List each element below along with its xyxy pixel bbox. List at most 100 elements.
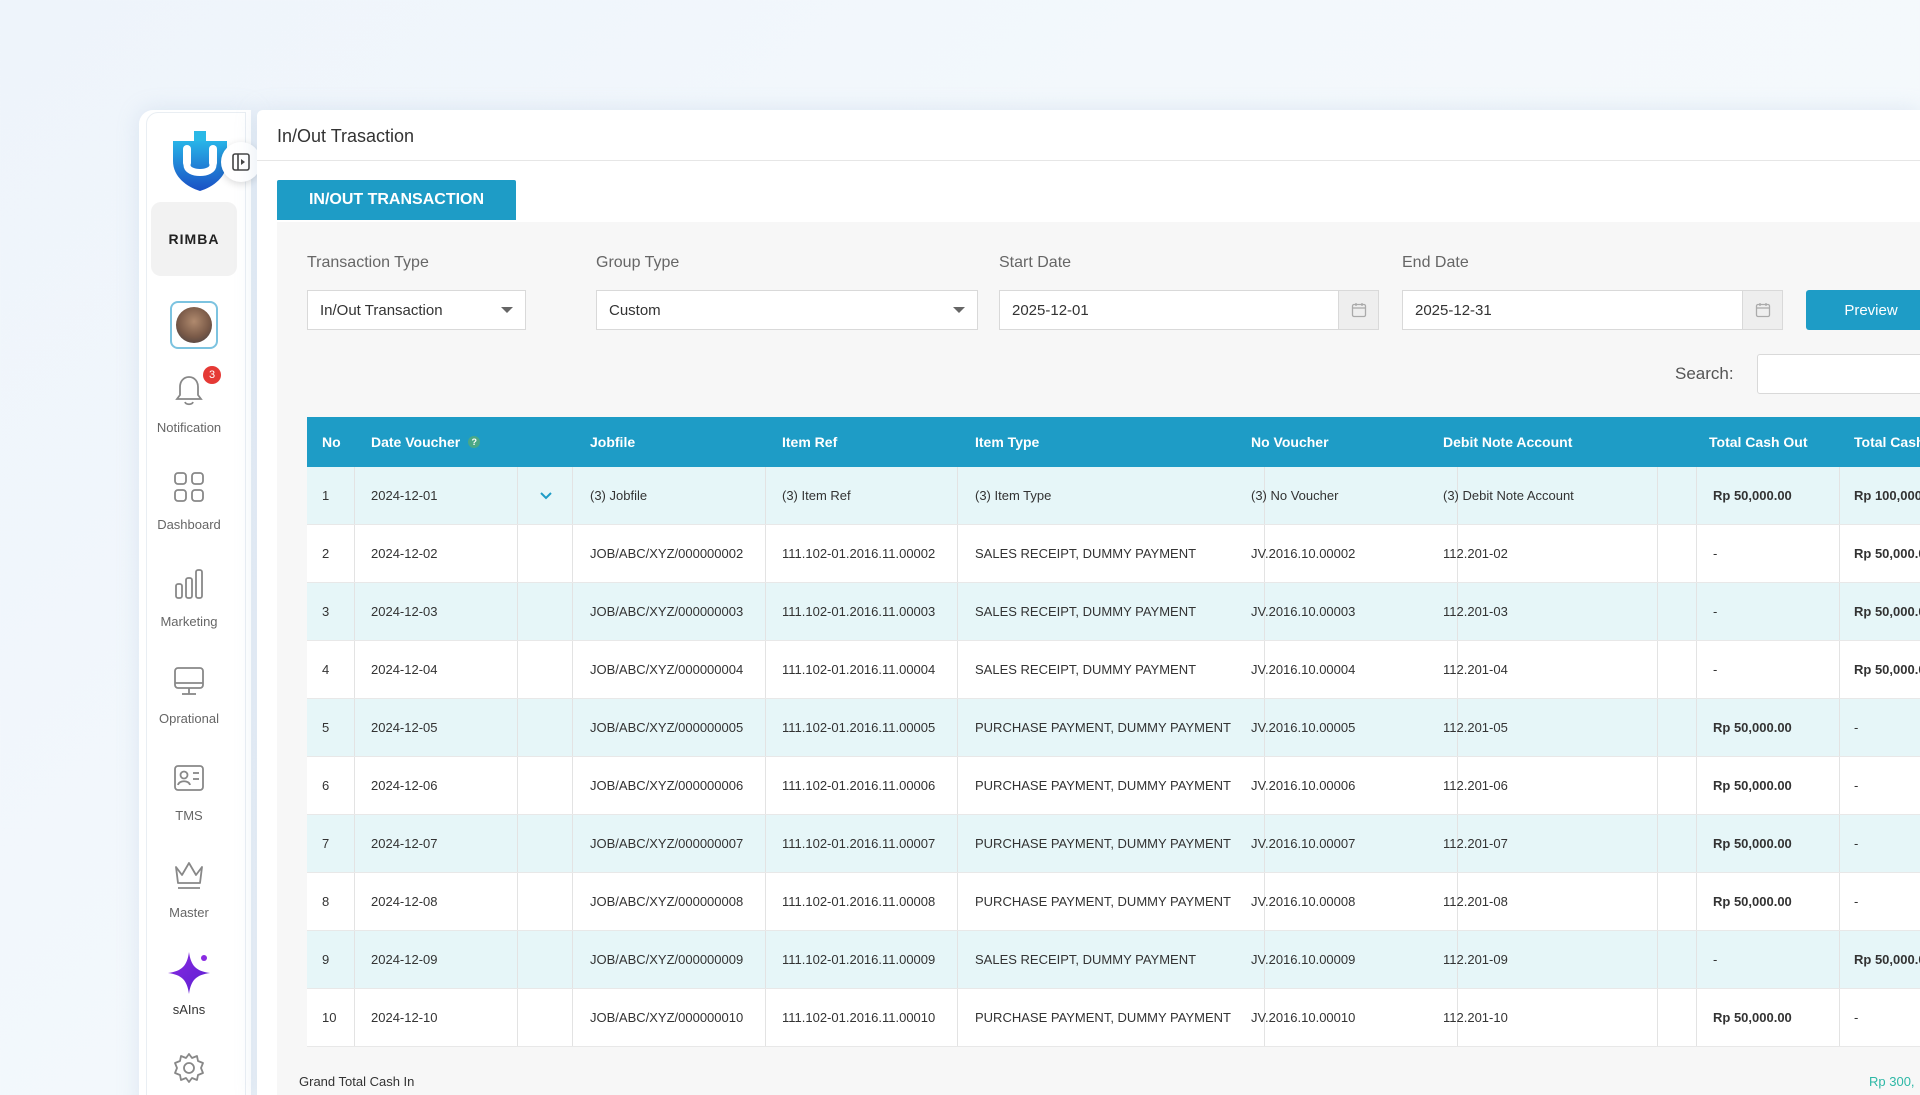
- id-card-icon: [174, 765, 204, 791]
- nav-label-oprational: Oprational: [159, 711, 219, 726]
- cell-jobfile: JOB/ABC/XYZ/000000007: [590, 836, 744, 851]
- preview-button-label: Preview: [1844, 301, 1898, 319]
- cell-no: 7: [322, 836, 330, 851]
- cell-total-cash-in: Rp 50,000.00: [1854, 604, 1920, 619]
- tab-in-out-transaction[interactable]: IN/OUT TRANSACTION: [277, 180, 516, 220]
- main-content: In/Out Trasaction IN/OUT TRANSACTION Tra…: [257, 110, 1920, 1095]
- column-divider: [354, 641, 355, 698]
- cell-item-ref: 111.102-01.2016.11.00006: [782, 778, 936, 793]
- start-date-calendar-button[interactable]: [1338, 291, 1378, 329]
- table-row[interactable]: 10 2024-12-10 JOB/ABC/XYZ/000000010 111.102…: [307, 989, 1920, 1047]
- table-row[interactable]: 4 2024-12-04 JOB/ABC/XYZ/000000004 111.102-…: [307, 641, 1920, 699]
- cell-debit-note-account: 112.201-02: [1443, 546, 1508, 561]
- search-input[interactable]: [1757, 354, 1920, 394]
- preview-button[interactable]: Preview: [1806, 290, 1920, 330]
- table-row[interactable]: 8 2024-12-08 JOB/ABC/XYZ/000000008 111.102-…: [307, 873, 1920, 931]
- col-header-jobfile[interactable]: Jobfile: [590, 417, 770, 467]
- table-row[interactable]: 6 2024-12-06 JOB/ABC/XYZ/000000006 111.102-…: [307, 757, 1920, 815]
- client-brand-card[interactable]: RIMBA: [151, 202, 237, 276]
- nav-item-sains[interactable]: sAIns: [139, 950, 239, 1017]
- cell-item-type: SALES RECEIPT, DUMMY PAYMENT: [975, 546, 1197, 561]
- cell-no: 2: [322, 546, 330, 561]
- nav-item-notification[interactable]: 3 Notification: [139, 366, 239, 435]
- cell-no-voucher: JV.2016.10.00008: [1251, 894, 1356, 909]
- table-row[interactable]: 9 2024-12-09 JOB/ABC/XYZ/000000009 111.102-…: [307, 931, 1920, 989]
- table-row[interactable]: 3 2024-12-03 JOB/ABC/XYZ/000000003 111.102-…: [307, 583, 1920, 641]
- end-date-input[interactable]: 2025-12-31: [1402, 290, 1783, 330]
- column-divider: [572, 525, 573, 582]
- cell-total-cash-out: -: [1713, 662, 1718, 677]
- column-divider: [572, 873, 573, 930]
- chevron-down-icon[interactable]: [539, 467, 555, 524]
- column-divider: [517, 873, 518, 930]
- cell-item-ref: 111.102-01.2016.11.00002: [782, 546, 936, 561]
- end-date-calendar-button[interactable]: [1742, 291, 1782, 329]
- column-divider: [1839, 931, 1840, 988]
- table-row[interactable]: 5 2024-12-05 JOB/ABC/XYZ/000000005 111.102-…: [307, 699, 1920, 757]
- col-header-no[interactable]: No: [322, 417, 352, 467]
- gear-icon: [174, 1053, 204, 1083]
- cell-no: 5: [322, 720, 330, 735]
- column-divider: [354, 815, 355, 872]
- app-logo-icon[interactable]: [173, 131, 227, 191]
- monitor-icon: [174, 667, 204, 695]
- column-divider: [517, 699, 518, 756]
- grand-total-value: Rp 300,: [1869, 1074, 1915, 1089]
- column-divider: [1696, 525, 1697, 582]
- cell-jobfile: JOB/ABC/XYZ/000000010: [590, 1010, 744, 1025]
- table-row[interactable]: 2 2024-12-02 JOB/ABC/XYZ/000000002 111.102-…: [307, 525, 1920, 583]
- col-header-total-cash-out[interactable]: Total Cash Out: [1709, 417, 1839, 467]
- col-header-item-type[interactable]: Item Type: [975, 417, 1235, 467]
- nav-item-oprational[interactable]: Oprational: [139, 663, 239, 726]
- column-divider: [354, 989, 355, 1046]
- cell-total-cash-in: Rp 50,000.00: [1854, 546, 1920, 561]
- help-icon[interactable]: ?: [468, 436, 481, 448]
- cell-no: 3: [322, 604, 330, 619]
- start-date-input[interactable]: 2025-12-01: [999, 290, 1379, 330]
- end-date-value: 2025-12-31: [1415, 301, 1492, 319]
- nav-item-marketing[interactable]: Marketing: [139, 566, 239, 629]
- cell-jobfile: JOB/ABC/XYZ/000000005: [590, 720, 744, 735]
- nav-item-dashboard[interactable]: Dashboard: [139, 469, 239, 532]
- column-divider: [1696, 467, 1697, 524]
- col-header-item-ref[interactable]: Item Ref: [782, 417, 962, 467]
- cell-total-cash-in: Rp 50,000.00: [1854, 662, 1920, 677]
- nav-item-settings[interactable]: [139, 1050, 239, 1086]
- user-avatar[interactable]: [170, 301, 218, 349]
- table-row[interactable]: 1 2024-12-01 (3) Jobfile (3) Item Ref (3) It…: [307, 467, 1920, 525]
- cell-total-cash-in: -: [1854, 778, 1859, 793]
- nav-item-master[interactable]: Master: [139, 857, 239, 920]
- nav-label-marketing: Marketing: [160, 614, 218, 629]
- chevron-down-icon: [953, 307, 965, 313]
- nav-item-tms[interactable]: TMS: [139, 760, 239, 823]
- transaction-type-label: Transaction Type: [307, 254, 429, 271]
- cell-date-voucher: 2024-12-06: [371, 778, 438, 793]
- transaction-table: No Date Voucher ? Jobfile Item Ref Item …: [307, 417, 1920, 1047]
- cell-jobfile: JOB/ABC/XYZ/000000002: [590, 546, 744, 561]
- column-divider: [1696, 931, 1697, 988]
- client-logo-text: RIMBA: [168, 231, 220, 247]
- collapse-sidebar-button[interactable]: [221, 142, 261, 182]
- group-type-select[interactable]: Custom: [596, 290, 978, 330]
- column-divider: [517, 989, 518, 1046]
- bar-chart-icon: [175, 569, 203, 599]
- cell-no: 9: [322, 952, 330, 967]
- column-divider: [572, 641, 573, 698]
- col-header-date-voucher[interactable]: Date Voucher ?: [371, 417, 541, 467]
- col-header-no-voucher[interactable]: No Voucher: [1251, 417, 1431, 467]
- transaction-type-value: In/Out Transaction: [320, 301, 443, 319]
- cell-no-voucher: JV.2016.10.00005: [1251, 720, 1356, 735]
- filter-panel: Transaction Type In/Out Transaction Grou…: [277, 222, 1920, 1095]
- nav-label-sains: sAIns: [172, 1002, 206, 1017]
- cell-date-voucher: 2024-12-02: [371, 546, 438, 561]
- col-header-total-cash-in[interactable]: Total Cash: [1854, 417, 1920, 467]
- column-divider: [1696, 641, 1697, 698]
- crown-icon: [175, 862, 203, 889]
- table-row[interactable]: 7 2024-12-07 JOB/ABC/XYZ/000000007 111.102-…: [307, 815, 1920, 873]
- cell-no: 6: [322, 778, 330, 793]
- cell-item-type: PURCHASE PAYMENT, DUMMY PAYMENT: [975, 778, 1231, 793]
- cell-debit-note-account: 112.201-09: [1443, 952, 1508, 967]
- col-header-debit-note-account[interactable]: Debit Note Account: [1443, 417, 1663, 467]
- column-divider: [1839, 989, 1840, 1046]
- transaction-type-select[interactable]: In/Out Transaction: [307, 290, 526, 330]
